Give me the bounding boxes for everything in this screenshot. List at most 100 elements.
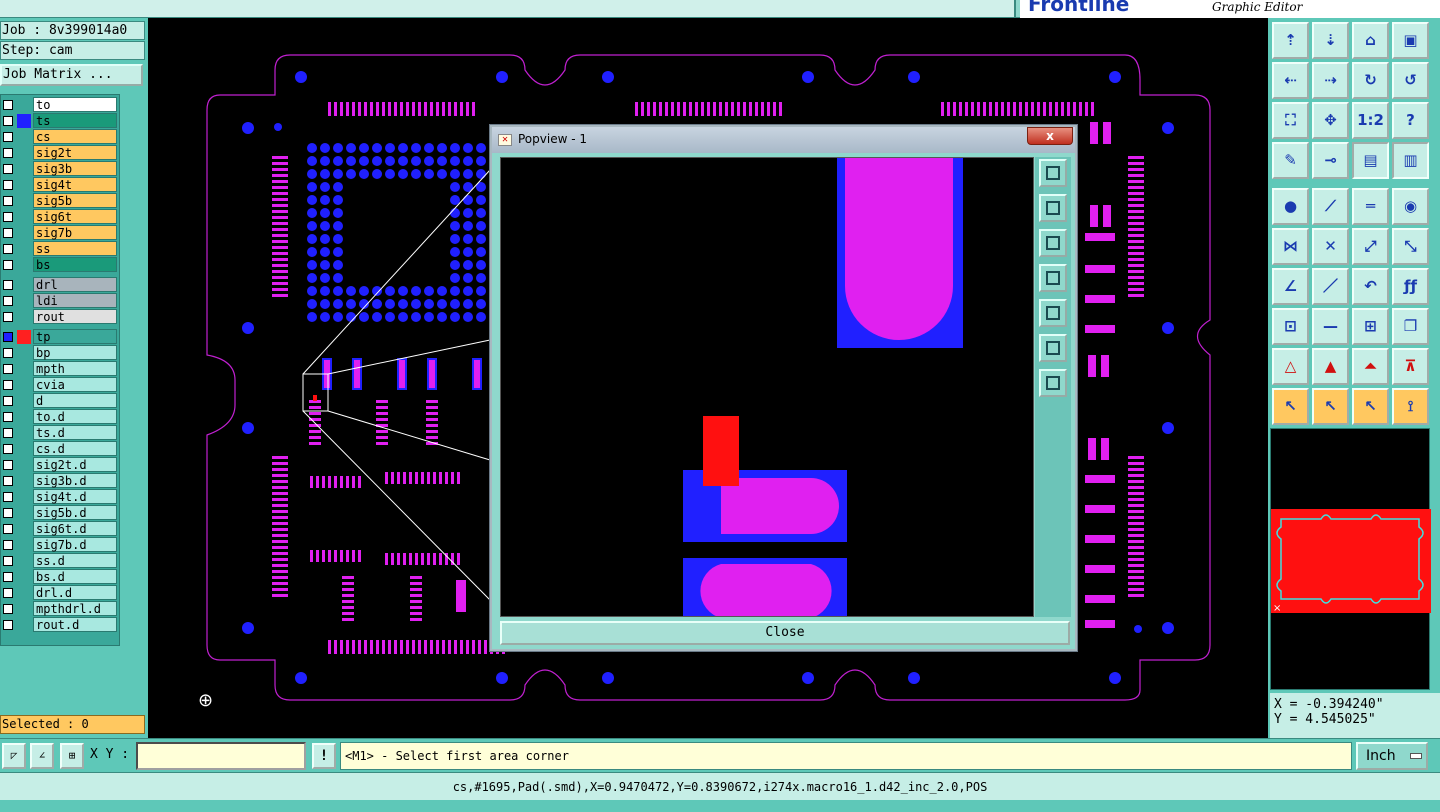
layer-row-sig3b-d[interactable]: sig3b.d: [1, 473, 119, 489]
triangle-button[interactable]: ▲: [1312, 348, 1349, 385]
layer-checkbox[interactable]: [3, 396, 13, 406]
popview-canvas[interactable]: [500, 157, 1034, 617]
select-pad-button[interactable]: ●: [1272, 188, 1309, 225]
snap-toggle-button[interactable]: ◸: [2, 743, 26, 769]
pan-left-button[interactable]: ⇠: [1272, 62, 1309, 99]
board-overview[interactable]: ×: [1270, 428, 1431, 690]
triangle-base-button[interactable]: ⏶: [1352, 348, 1389, 385]
layer-row-drl-d[interactable]: drl.d: [1, 585, 119, 601]
layer-checkbox[interactable]: [3, 588, 13, 598]
layer-row-drl[interactable]: drl: [1, 277, 119, 293]
cross-select-button[interactable]: ⟋: [1312, 188, 1349, 225]
line-button[interactable]: ／: [1312, 268, 1349, 305]
layer-row-mpth[interactable]: mpth: [1, 361, 119, 377]
copy-button[interactable]: ❐: [1392, 308, 1429, 345]
layer-checkbox[interactable]: [3, 572, 13, 582]
layer-row-sig2t-d[interactable]: sig2t.d: [1, 457, 119, 473]
layer-checkbox[interactable]: [3, 132, 13, 142]
angle-button[interactable]: ∠: [1272, 268, 1309, 305]
layer-row-ts-d[interactable]: ts.d: [1, 425, 119, 441]
pv-pan-left-button[interactable]: [1039, 264, 1067, 292]
xy-input[interactable]: [136, 742, 306, 770]
layer-row-cs[interactable]: cs: [1, 129, 119, 145]
redraw-button[interactable]: ↺: [1392, 62, 1429, 99]
cross-button[interactable]: ✕: [1312, 228, 1349, 265]
grid-toggle-button[interactable]: ⊞: [60, 743, 84, 769]
pointer-alt-button[interactable]: ↖: [1352, 388, 1389, 425]
layer-row-tp[interactable]: tp: [1, 329, 119, 345]
layer-checkbox[interactable]: [3, 460, 13, 470]
layer-checkbox[interactable]: [3, 348, 13, 358]
layers-blue-button[interactable]: ▥: [1392, 142, 1429, 179]
layer-checkbox[interactable]: [3, 492, 13, 502]
layer-row-sig6t-d[interactable]: sig6t.d: [1, 521, 119, 537]
layer-checkbox[interactable]: [3, 212, 13, 222]
layer-checkbox[interactable]: [3, 296, 13, 306]
flip-button[interactable]: ↻: [1352, 62, 1389, 99]
pv-center-button[interactable]: [1039, 369, 1067, 397]
pointer-box-button[interactable]: ↖: [1312, 388, 1349, 425]
layer-row-d[interactable]: d: [1, 393, 119, 409]
layer-row-ss[interactable]: ss: [1, 241, 119, 257]
help-button[interactable]: ?: [1392, 102, 1429, 139]
layer-checkbox[interactable]: [3, 312, 13, 322]
layer-checkbox[interactable]: [3, 524, 13, 534]
fit-text-button[interactable]: ƒƒ: [1392, 268, 1429, 305]
layer-row-cvia[interactable]: cvia: [1, 377, 119, 393]
layer-checkbox[interactable]: [3, 148, 13, 158]
home-button[interactable]: ⌂: [1352, 22, 1389, 59]
snap-line-button[interactable]: ⤡: [1392, 228, 1429, 265]
pv-zoom-window-button[interactable]: [1039, 159, 1067, 187]
layer-row-to-d[interactable]: to.d: [1, 409, 119, 425]
layer-checkbox[interactable]: [3, 228, 13, 238]
window-button[interactable]: ▣: [1392, 22, 1429, 59]
layer-row-mpthdrl-d[interactable]: mpthdrl.d: [1, 601, 119, 617]
layer-row-sig5b[interactable]: sig5b: [1, 193, 119, 209]
layer-row-bp[interactable]: bp: [1, 345, 119, 361]
popview-close-button[interactable]: Close: [500, 621, 1070, 645]
layer-row-ss-d[interactable]: ss.d: [1, 553, 119, 569]
measure-button[interactable]: ⊸: [1312, 142, 1349, 179]
layer-checkbox[interactable]: [3, 444, 13, 454]
layer-row-sig6t[interactable]: sig6t: [1, 209, 119, 225]
tools-button[interactable]: ✎: [1272, 142, 1309, 179]
pv-zoom-out-button[interactable]: [1039, 229, 1067, 257]
snap-red-button[interactable]: ⤢: [1352, 228, 1389, 265]
layer-checkbox[interactable]: [3, 540, 13, 550]
net-button[interactable]: ⋈: [1272, 228, 1309, 265]
layer-checkbox[interactable]: [3, 116, 13, 126]
layer-row-sig7b[interactable]: sig7b: [1, 225, 119, 241]
layer-checkbox[interactable]: [3, 180, 13, 190]
layer-checkbox[interactable]: [3, 364, 13, 374]
layer-checkbox[interactable]: [3, 260, 13, 270]
layer-row-ts[interactable]: ts: [1, 113, 119, 129]
ratio-button[interactable]: 1:2: [1352, 102, 1389, 139]
layers-red-button[interactable]: ▤: [1352, 142, 1389, 179]
layer-checkbox[interactable]: [3, 244, 13, 254]
layer-checkbox[interactable]: [3, 164, 13, 174]
center-button[interactable]: ✥: [1312, 102, 1349, 139]
layer-row-sig2t[interactable]: sig2t: [1, 145, 119, 161]
pan-right-button[interactable]: ⇢: [1312, 62, 1349, 99]
angle-toggle-button[interactable]: ∠: [30, 743, 54, 769]
layer-row-ldi[interactable]: ldi: [1, 293, 119, 309]
popview-titlebar[interactable]: ✕ Popview - 1 x: [492, 127, 1075, 153]
layer-row-sig5b-d[interactable]: sig5b.d: [1, 505, 119, 521]
minus-button[interactable]: —: [1312, 308, 1349, 345]
fit-button[interactable]: ⛶: [1272, 102, 1309, 139]
pad-dot-button[interactable]: ◉: [1392, 188, 1429, 225]
layer-checkbox[interactable]: [3, 412, 13, 422]
triangle-cross-button[interactable]: ⊼: [1392, 348, 1429, 385]
layer-row-bs-d[interactable]: bs.d: [1, 569, 119, 585]
net-pointer-button[interactable]: ⟟: [1392, 388, 1429, 425]
layer-row-sig7b-d[interactable]: sig7b.d: [1, 537, 119, 553]
job-matrix-button[interactable]: Job Matrix ...: [0, 64, 143, 86]
popview-close-x-button[interactable]: x: [1027, 127, 1073, 145]
layer-row-rout[interactable]: rout: [1, 309, 119, 325]
dimension-button[interactable]: ⊞: [1352, 308, 1389, 345]
ruler-button[interactable]: ═: [1352, 188, 1389, 225]
home-out-button[interactable]: ⇣: [1312, 22, 1349, 59]
point-button[interactable]: ⊡: [1272, 308, 1309, 345]
layer-row-sig4t-d[interactable]: sig4t.d: [1, 489, 119, 505]
pv-pan-right-button[interactable]: [1039, 299, 1067, 327]
